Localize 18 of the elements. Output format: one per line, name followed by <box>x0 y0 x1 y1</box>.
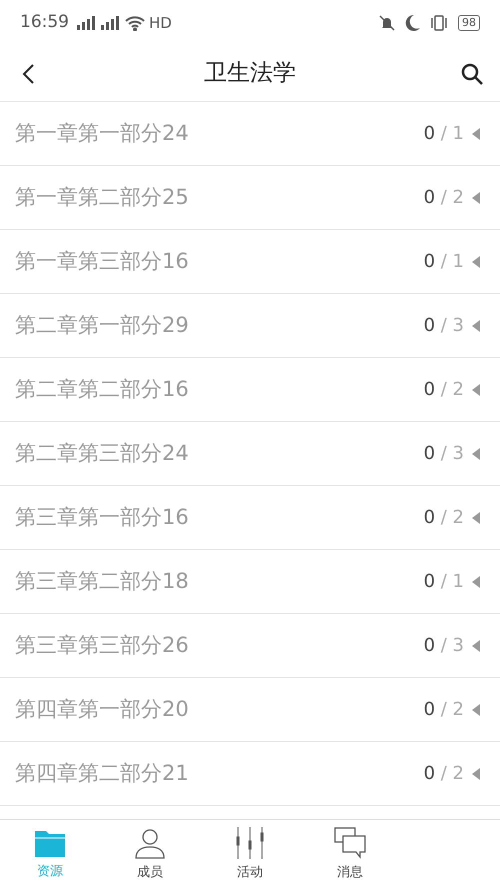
item-title: 第三章第三部分26 <box>15 632 190 659</box>
item-title: 第三章第一部分16 <box>15 504 190 531</box>
item-title: 第一章第一部分24 <box>15 120 190 147</box>
item-title: 第二章第一部分29 <box>15 312 190 339</box>
item-title: 第四章第一部分20 <box>15 696 190 723</box>
battery-indicator: 98 <box>458 15 480 31</box>
item-title: 第一章第三部分16 <box>15 248 190 275</box>
item-progress: 0 / 3 <box>424 634 464 658</box>
item-title: 第三章第二部分18 <box>15 568 190 595</box>
page-title: 卫生法学 <box>203 59 297 88</box>
network-label: HD <box>149 12 172 34</box>
item-title: 第二章第二部分16 <box>15 376 190 403</box>
item-progress: 0 / 2 <box>424 698 464 722</box>
item-title: 第一章第二部分25 <box>15 184 190 211</box>
item-title: 第二章第三部分24 <box>15 440 190 467</box>
item-title: 第四章第二部分21 <box>15 760 190 787</box>
item-progress: 0 / 2 <box>424 762 464 786</box>
status-time: 16:59 <box>20 11 69 34</box>
